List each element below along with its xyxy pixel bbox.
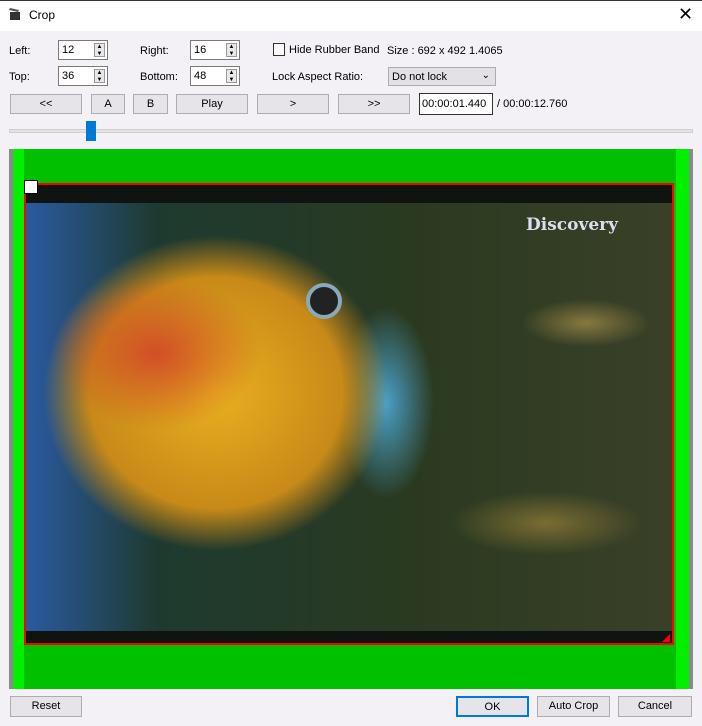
- spin-arrows-icon[interactable]: ▲ ▼: [94, 69, 105, 83]
- mark-a-button[interactable]: A: [91, 94, 125, 114]
- window-title: Crop: [29, 8, 56, 22]
- last-frame-button[interactable]: >>: [338, 94, 410, 114]
- lock-aspect-value: Do not lock: [392, 71, 448, 83]
- left-label: Left:: [9, 45, 31, 57]
- ok-button[interactable]: OK: [456, 696, 529, 717]
- play-button[interactable]: Play: [176, 94, 248, 114]
- timeline-slider[interactable]: [9, 129, 693, 133]
- bottom-label: Bottom:: [140, 71, 178, 83]
- timeline-slider-thumb[interactable]: [86, 121, 96, 141]
- left-margin-stripe: [13, 149, 24, 689]
- right-value: 16: [194, 44, 207, 56]
- spin-arrows-icon[interactable]: ▲ ▼: [226, 43, 237, 57]
- top-value: 36: [62, 70, 75, 82]
- size-text: Size : 692 x 492 1.4065: [387, 45, 503, 57]
- hide-rubber-band-label: Hide Rubber Band: [289, 44, 380, 56]
- chevron-down-icon: ⌄: [481, 70, 490, 81]
- spin-arrows-icon[interactable]: ▲ ▼: [94, 43, 105, 57]
- cancel-button[interactable]: Cancel: [618, 696, 692, 717]
- bottom-spinbox[interactable]: 48 ▲ ▼: [190, 66, 240, 86]
- left-value: 12: [62, 44, 75, 56]
- close-button[interactable]: ✕: [678, 4, 693, 24]
- top-label: Top:: [9, 71, 30, 83]
- right-label: Right:: [140, 45, 169, 57]
- bottom-value: 48: [194, 70, 207, 82]
- lock-aspect-select[interactable]: Do not lock ⌄: [388, 67, 496, 86]
- clapperboard-icon: [9, 8, 20, 20]
- right-spinbox[interactable]: 16 ▲ ▼: [190, 40, 240, 60]
- current-time-input[interactable]: 00:00:01.440: [419, 93, 493, 115]
- first-frame-button[interactable]: <<: [10, 94, 82, 114]
- left-spinbox[interactable]: 12 ▲ ▼: [58, 40, 108, 60]
- top-spinbox[interactable]: 36 ▲ ▼: [58, 66, 108, 86]
- lock-aspect-label: Lock Aspect Ratio:: [272, 71, 364, 83]
- crop-rubber-band[interactable]: [24, 183, 674, 645]
- reset-button[interactable]: Reset: [10, 696, 82, 717]
- spin-arrows-icon[interactable]: ▲ ▼: [226, 69, 237, 83]
- next-frame-button[interactable]: >: [257, 94, 329, 114]
- resize-handle-icon[interactable]: [24, 180, 38, 194]
- total-time: / 00:00:12.760: [497, 98, 568, 110]
- auto-crop-button[interactable]: Auto Crop: [537, 696, 610, 717]
- corner-handle-icon[interactable]: [662, 634, 670, 642]
- hide-rubber-band-checkbox[interactable]: [273, 43, 285, 56]
- mark-b-button[interactable]: B: [133, 94, 168, 114]
- title-bar: [0, 0, 702, 31]
- right-margin-stripe: [676, 149, 689, 689]
